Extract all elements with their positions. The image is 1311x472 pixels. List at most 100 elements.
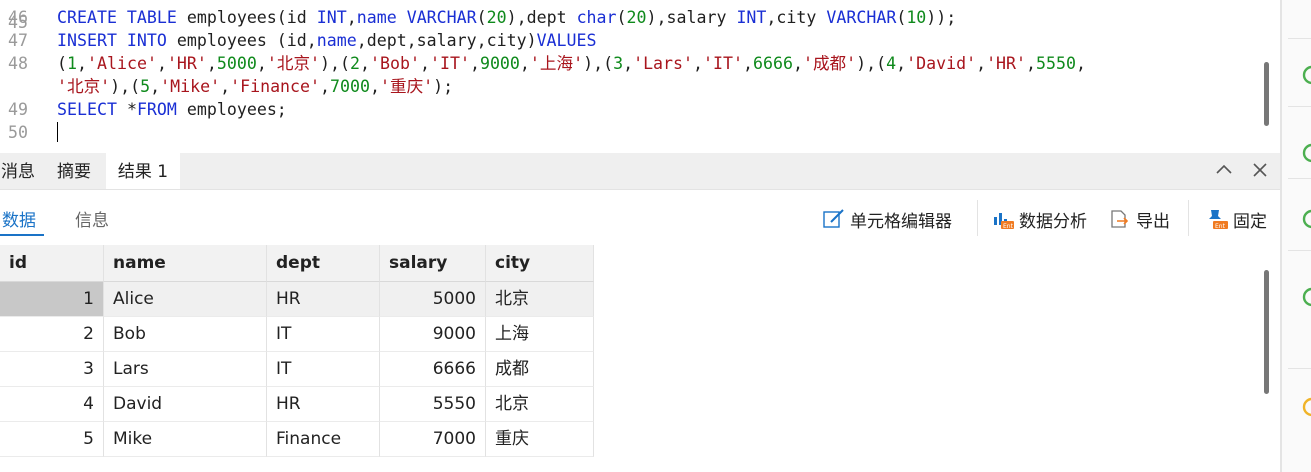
code-token: ),dept [506,8,577,27]
export-button[interactable]: 导出 [1108,208,1170,232]
sql-editor[interactable]: 4 5 46 CREATE TABLE employees(id INT,name … [0,0,1253,153]
table-cell-id[interactable]: 2 [0,317,104,352]
code-token: 5000 [216,54,257,73]
column-header-label: city [495,253,531,273]
column-header-name[interactable]: name [104,245,267,282]
table-row[interactable]: 1 Alice HR 5000 北京 [0,282,594,317]
table-row[interactable]: 3 Lars IT 6666 成都 [0,352,594,387]
code-token: '上海' [529,54,584,73]
table-cell-id[interactable]: 4 [0,387,104,422]
table-cell-dept[interactable]: IT [267,317,380,352]
editor-scrollbar[interactable] [1264,62,1269,126]
pin-button[interactable]: Ent 固定 [1205,208,1267,232]
code-token: '重庆' [380,77,434,96]
code-token: ),salary [646,8,737,27]
table-cell-dept[interactable]: HR [267,387,380,422]
line-number: 50 [8,123,28,142]
code-token: 7000 [330,77,370,96]
table-cell-id[interactable]: 5 [0,422,104,457]
code-token: 5550 [1036,54,1076,73]
table-cell-name[interactable]: Lars [104,352,267,387]
code-token: 3 [613,54,624,73]
cell-editor-button[interactable]: 单元格编辑器 [822,208,952,232]
code-token: , [623,54,634,73]
table-cell-salary[interactable]: 6666 [380,352,486,387]
code-token: , [156,54,167,73]
table-cell-name[interactable]: David [104,387,267,422]
table-cell-salary[interactable]: 7000 [380,422,486,457]
column-header-dept[interactable]: dept [267,245,380,282]
table-cell-name[interactable]: Mike [104,422,267,457]
result-tab-bar: 消息 摘要 结果 1 [0,153,1280,190]
table-cell-city[interactable]: 上海 [486,317,594,352]
code-token: '北京' [266,54,321,73]
table-cell-name[interactable]: Bob [104,317,267,352]
code-token: 20 [486,8,507,27]
table-row[interactable]: 2 Bob IT 9000 上海 [0,317,594,352]
tab-messages[interactable]: 消息 [0,153,46,189]
column-header-salary[interactable]: salary [380,245,486,282]
column-header-id[interactable]: id [0,245,104,282]
code-token: , [469,54,480,73]
line-number: 49 [8,100,28,119]
status-ok-icon[interactable] [1300,208,1311,230]
subtab-info[interactable]: 信息 [75,206,109,231]
table-cell-id[interactable]: 3 [0,352,104,387]
table-cell-salary[interactable]: 9000 [380,317,486,352]
table-cell-id[interactable]: 1 [0,282,104,317]
table-cell-dept[interactable]: Finance [267,422,380,457]
active-subtab-indicator [0,234,44,236]
table-cell-city[interactable]: 成都 [486,352,594,387]
code-token: ( [57,54,67,73]
code-token: VARCHAR [826,8,897,27]
code-token: 'Mike' [160,77,221,96]
status-ok-icon[interactable] [1300,286,1311,308]
column-header-city[interactable]: city [486,245,594,282]
table-cell-salary[interactable]: 5000 [380,282,486,317]
code-token: 'Finance' [230,77,321,96]
table-cell-dept[interactable]: HR [267,282,380,317]
code-token: , [1026,54,1037,73]
code-token: 'David' [906,54,977,73]
code-token: , [419,54,430,73]
code-token: VARCHAR [406,8,477,27]
collapse-panel-icon[interactable] [1213,159,1235,186]
line-number: 46 [8,8,28,27]
table-cell-city[interactable]: 北京 [486,387,594,422]
table-cell-city[interactable]: 重庆 [486,422,594,457]
code-token: 9000 [479,54,520,73]
table-row[interactable]: 4 David HR 5550 北京 [0,387,594,422]
pencil-edit-icon [822,208,846,230]
data-analysis-button[interactable]: Ent 数据分析 [991,208,1087,232]
close-panel-icon[interactable] [1249,159,1271,186]
subtab-data[interactable]: 数据 [2,206,36,231]
code-token: * [126,100,137,119]
table-cell-salary[interactable]: 5550 [380,387,486,422]
tab-result-1[interactable]: 结果 1 [106,153,180,189]
line-number: 48 [8,54,28,73]
table-cell-name[interactable]: Alice [104,282,267,317]
grid-scrollbar[interactable] [1264,270,1269,394]
code-token: employees; [186,100,287,119]
pin-label: 固定 [1233,211,1267,232]
code-token: 1 [67,54,77,73]
status-ok-icon[interactable] [1300,142,1311,164]
result-toolbar: 数据 信息 单元格编辑器 Ent 数据分析 导出 Ent 固定 [0,190,1280,246]
code-token: 6666 [753,54,793,73]
code-token: 20 [626,8,647,27]
code-token: 'Alice' [87,54,157,73]
status-warning-icon[interactable] [1300,396,1311,418]
table-row[interactable]: 5 Mike Finance 7000 重庆 [0,422,594,457]
column-header-label: dept [276,253,320,273]
table-cell-dept[interactable]: IT [267,352,380,387]
code-token: FROM [136,100,187,119]
subtab-info-label: 信息 [75,211,109,231]
table-cell-city[interactable]: 北京 [486,282,594,317]
code-token: 'Lars' [633,54,694,73]
tab-summary[interactable]: 摘要 [46,153,102,189]
code-token: INT [316,8,347,27]
code-token: )); [926,8,957,27]
code-token: , [370,77,380,96]
tab-result-1-label: 结果 1 [117,162,169,182]
status-ok-icon[interactable] [1300,64,1311,86]
